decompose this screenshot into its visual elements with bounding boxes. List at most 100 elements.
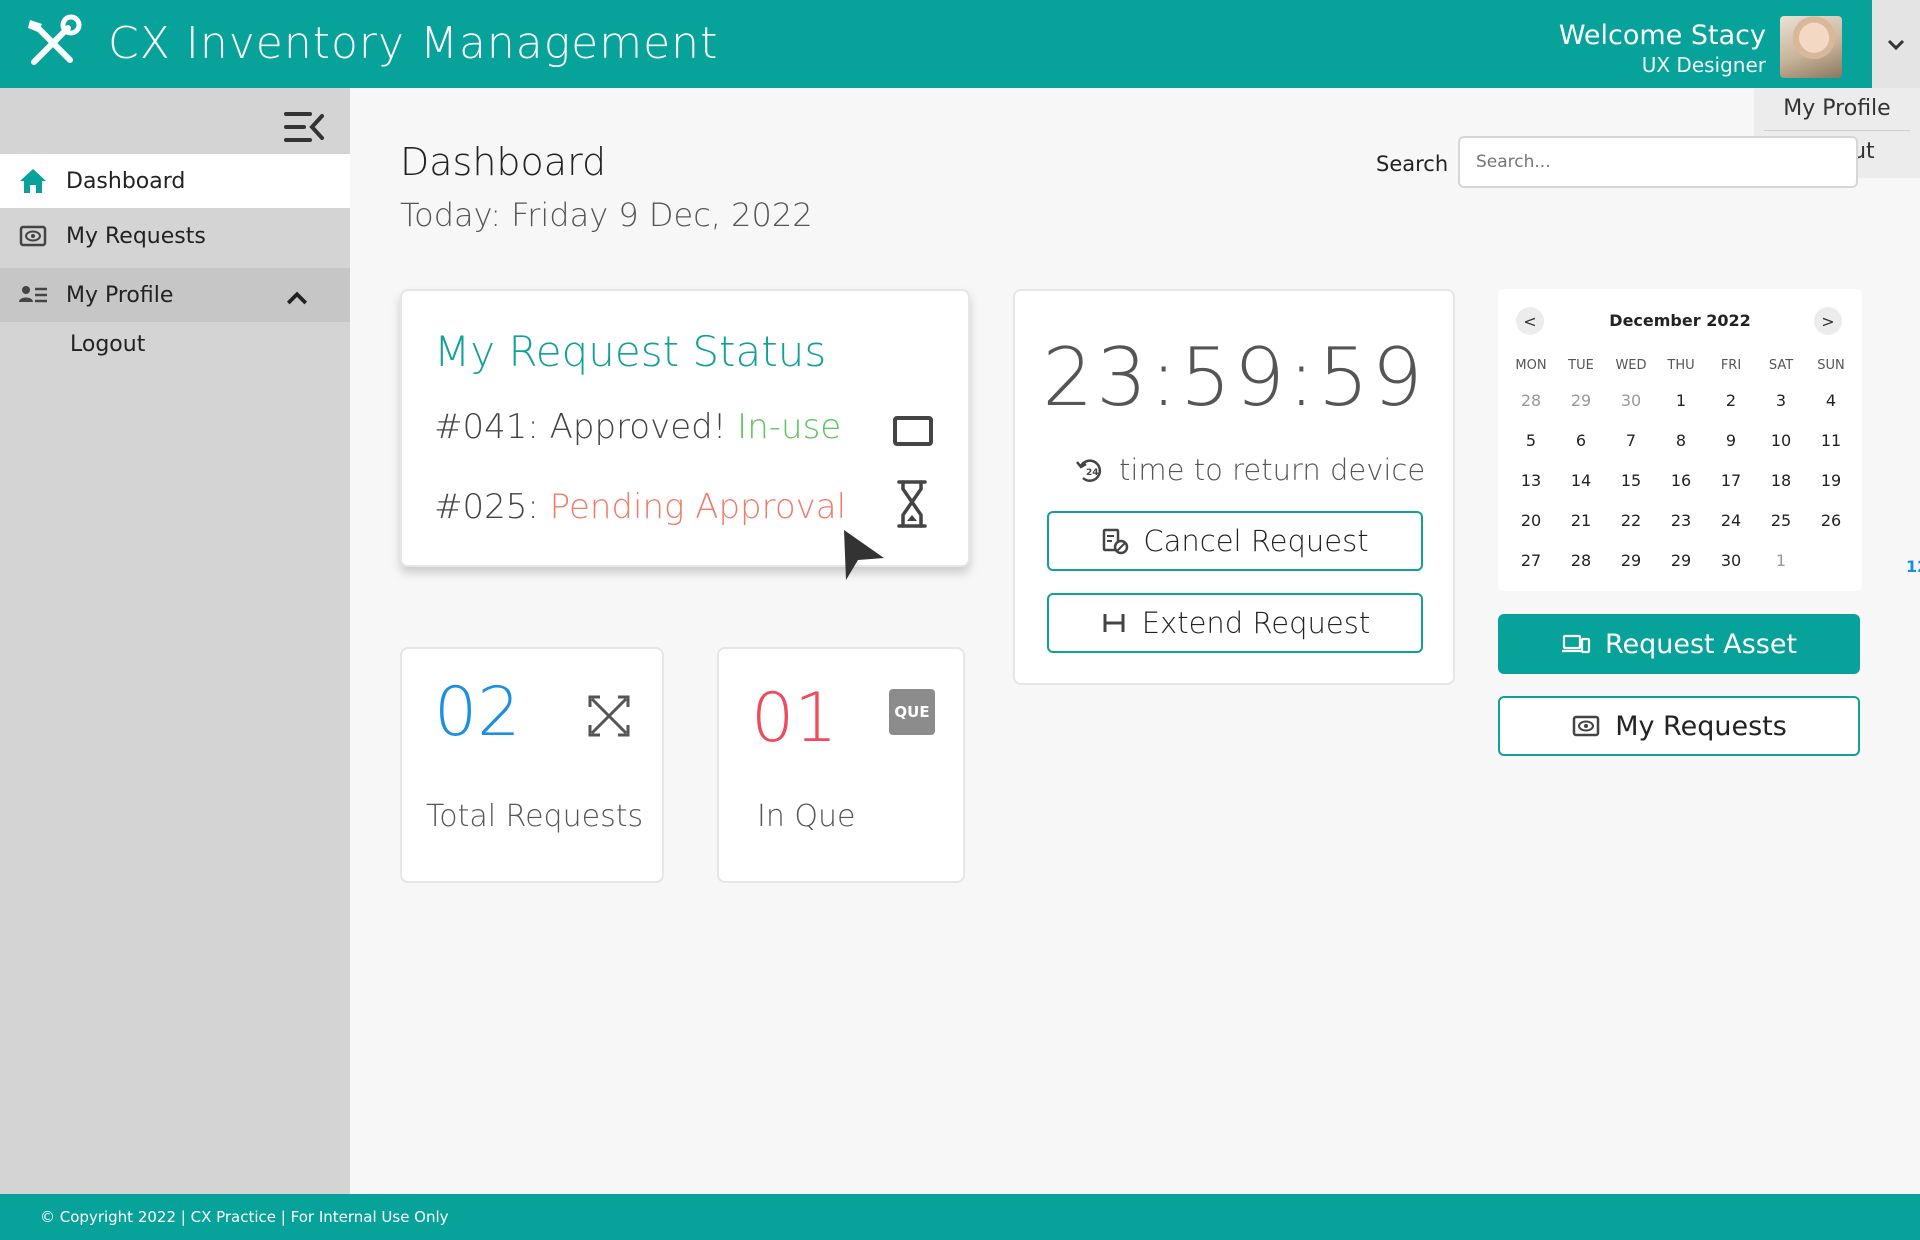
home-icon bbox=[20, 169, 46, 193]
calendar-weekday: FRI bbox=[1720, 358, 1742, 373]
device-in-use-icon bbox=[893, 416, 933, 446]
search-label: Search bbox=[1376, 152, 1449, 176]
calendar-day[interactable]: 2 bbox=[1706, 381, 1756, 421]
return-24h-icon: 24 bbox=[1076, 459, 1102, 482]
menu-item-my-profile[interactable]: My Profile bbox=[1754, 88, 1920, 130]
calendar-day[interactable]: 29 bbox=[1606, 541, 1656, 581]
hourglass-icon bbox=[897, 480, 927, 528]
sidebar-item-my-requests[interactable]: My Requests bbox=[0, 209, 350, 263]
calendar-day[interactable]: 27 bbox=[1506, 541, 1556, 581]
countdown-timer: 23:59:59 bbox=[1042, 331, 1426, 424]
sidebar-item-my-profile[interactable]: My Profile bbox=[0, 268, 350, 322]
calendar-day[interactable]: 15 bbox=[1606, 461, 1656, 501]
extend-request-button[interactable]: Extend Request bbox=[1047, 593, 1423, 653]
calendar-day[interactable]: 11 bbox=[1806, 421, 1856, 461]
calendar-day[interactable]: 1 bbox=[1656, 381, 1706, 421]
calendar-day[interactable]: 25 bbox=[1756, 501, 1806, 541]
total-requests-label: Total Requests bbox=[426, 799, 644, 834]
calendar-day[interactable]: 30 bbox=[1606, 381, 1656, 421]
total-requests-card[interactable]: 02 Total Requests bbox=[400, 647, 664, 883]
svg-text:24: 24 bbox=[1086, 468, 1099, 478]
in-queue-label: In Que bbox=[757, 799, 856, 834]
queue-icon: QUE bbox=[889, 689, 935, 735]
calendar-weekday: SAT bbox=[1768, 358, 1794, 373]
calendar-day[interactable]: 6 bbox=[1556, 421, 1606, 461]
user-greeting: Welcome Stacy UX Designer bbox=[1559, 20, 1766, 78]
user-role: UX Designer bbox=[1641, 53, 1766, 77]
calendar-day[interactable]: 9 bbox=[1706, 421, 1756, 461]
calendar-day[interactable]: 5 bbox=[1506, 421, 1556, 461]
calendar-day[interactable]: 10 bbox=[1756, 421, 1806, 461]
calendar-day[interactable]: 3 bbox=[1756, 381, 1806, 421]
calendar-day[interactable]: 30 bbox=[1706, 541, 1756, 581]
calendar-day[interactable]: 29 bbox=[1556, 381, 1606, 421]
mouse-cursor-icon bbox=[844, 530, 884, 580]
timer-caption-text: time to return device bbox=[1119, 453, 1426, 487]
status-badge: In-use bbox=[737, 407, 842, 447]
eye-card-icon bbox=[1572, 715, 1600, 737]
calendar-day[interactable]: 29 bbox=[1656, 541, 1706, 581]
timer-caption: 24 time to return device bbox=[1075, 453, 1425, 487]
app-footer: © Copyright 2022 | CX Practice | For Int… bbox=[0, 1194, 1920, 1240]
calendar-day[interactable]: 22 bbox=[1606, 501, 1656, 541]
chevron-up-icon[interactable] bbox=[282, 283, 312, 313]
calendar-day[interactable]: 28 bbox=[1556, 541, 1606, 581]
total-requests-count: 02 bbox=[434, 673, 521, 752]
calendar-day[interactable]: 24 bbox=[1706, 501, 1756, 541]
avatar[interactable] bbox=[1780, 16, 1842, 78]
app-title: CX Inventory Management bbox=[108, 18, 719, 69]
sidebar-item-label: Dashboard bbox=[66, 168, 186, 194]
sidebar-item-label: My Requests bbox=[66, 223, 206, 249]
app-header: CX Inventory Management Welcome Stacy UX… bbox=[0, 0, 1920, 88]
calendar-day[interactable]: 4 bbox=[1806, 381, 1856, 421]
extend-icon bbox=[1103, 614, 1125, 632]
welcome-text: Welcome Stacy bbox=[1558, 20, 1766, 51]
calendar-day[interactable]: 7 bbox=[1606, 421, 1656, 461]
calendar-day[interactable]: 13 bbox=[1506, 461, 1556, 501]
calendar-day[interactable]: 14 bbox=[1556, 461, 1606, 501]
cancel-request-button[interactable]: Cancel Request bbox=[1047, 511, 1423, 571]
sidebar-subitem-logout[interactable]: Logout bbox=[70, 332, 145, 357]
button-label: My Requests bbox=[1615, 710, 1787, 742]
calendar-widget: < December 2022 > MON TUE WED THU FRI SA… bbox=[1498, 289, 1920, 591]
request-id: #041: Approved! bbox=[434, 407, 738, 447]
request-asset-button[interactable]: Request Asset bbox=[1498, 614, 1860, 674]
calendar-day[interactable]: 8 bbox=[1656, 421, 1706, 461]
calendar-day[interactable]: 28 bbox=[1506, 381, 1556, 421]
in-queue-card[interactable]: 01 QUE In Que bbox=[717, 647, 965, 883]
sidebar-item-dashboard[interactable]: Dashboard bbox=[0, 154, 350, 208]
calendar-day[interactable]: 17 bbox=[1706, 461, 1756, 501]
calendar-day[interactable]: 20 bbox=[1506, 501, 1556, 541]
calendar-weekday: WED bbox=[1615, 358, 1647, 373]
status-badge: Pending Approval bbox=[549, 487, 847, 527]
calendar-day[interactable]: 1 bbox=[1756, 541, 1806, 581]
devices-icon bbox=[1561, 634, 1591, 654]
footer-copyright: © Copyright 2022 | CX Practice | For Int… bbox=[40, 1208, 449, 1226]
calendar-weekday: SUN bbox=[1817, 358, 1845, 373]
request-row-025[interactable]: #025: Pending Approval bbox=[434, 487, 846, 527]
calendar-month-label: December 2022 bbox=[1609, 311, 1751, 330]
search-input[interactable] bbox=[1458, 136, 1858, 188]
calendar-day[interactable]: 16 bbox=[1656, 461, 1706, 501]
calendar-day[interactable]: 19 bbox=[1806, 461, 1856, 501]
tools-icon bbox=[28, 14, 82, 65]
button-label: Extend Request bbox=[1141, 606, 1371, 640]
calendar-day[interactable]: 26 bbox=[1806, 501, 1856, 541]
sidebar: Dashboard My Requests My Profile Logout bbox=[0, 88, 350, 1194]
calendar-day[interactable]: 21 bbox=[1556, 501, 1606, 541]
calendar-day-today[interactable]: 12 bbox=[1906, 547, 1920, 587]
request-status-card: My Request Status #041: Approved! In-use… bbox=[400, 289, 970, 567]
request-row-041[interactable]: #041: Approved! In-use bbox=[434, 407, 841, 447]
calendar-day[interactable]: 18 bbox=[1756, 461, 1806, 501]
calendar-day[interactable]: 23 bbox=[1656, 501, 1706, 541]
eye-card-icon bbox=[19, 225, 47, 247]
status-card-title: My Request Status bbox=[434, 327, 827, 376]
collapse-sidebar-icon[interactable] bbox=[282, 108, 326, 146]
calendar-weekday: MON bbox=[1515, 358, 1547, 373]
my-requests-button[interactable]: My Requests bbox=[1498, 696, 1860, 756]
profile-dropdown-toggle[interactable] bbox=[1872, 0, 1920, 88]
request-id: #025: bbox=[434, 487, 550, 527]
calendar-grid: MON TUE WED THU FRI SAT SUN 28 29 30 1 2… bbox=[1506, 351, 1920, 581]
calendar-next-button[interactable]: > bbox=[1814, 307, 1842, 335]
profile-list-icon bbox=[19, 286, 47, 303]
